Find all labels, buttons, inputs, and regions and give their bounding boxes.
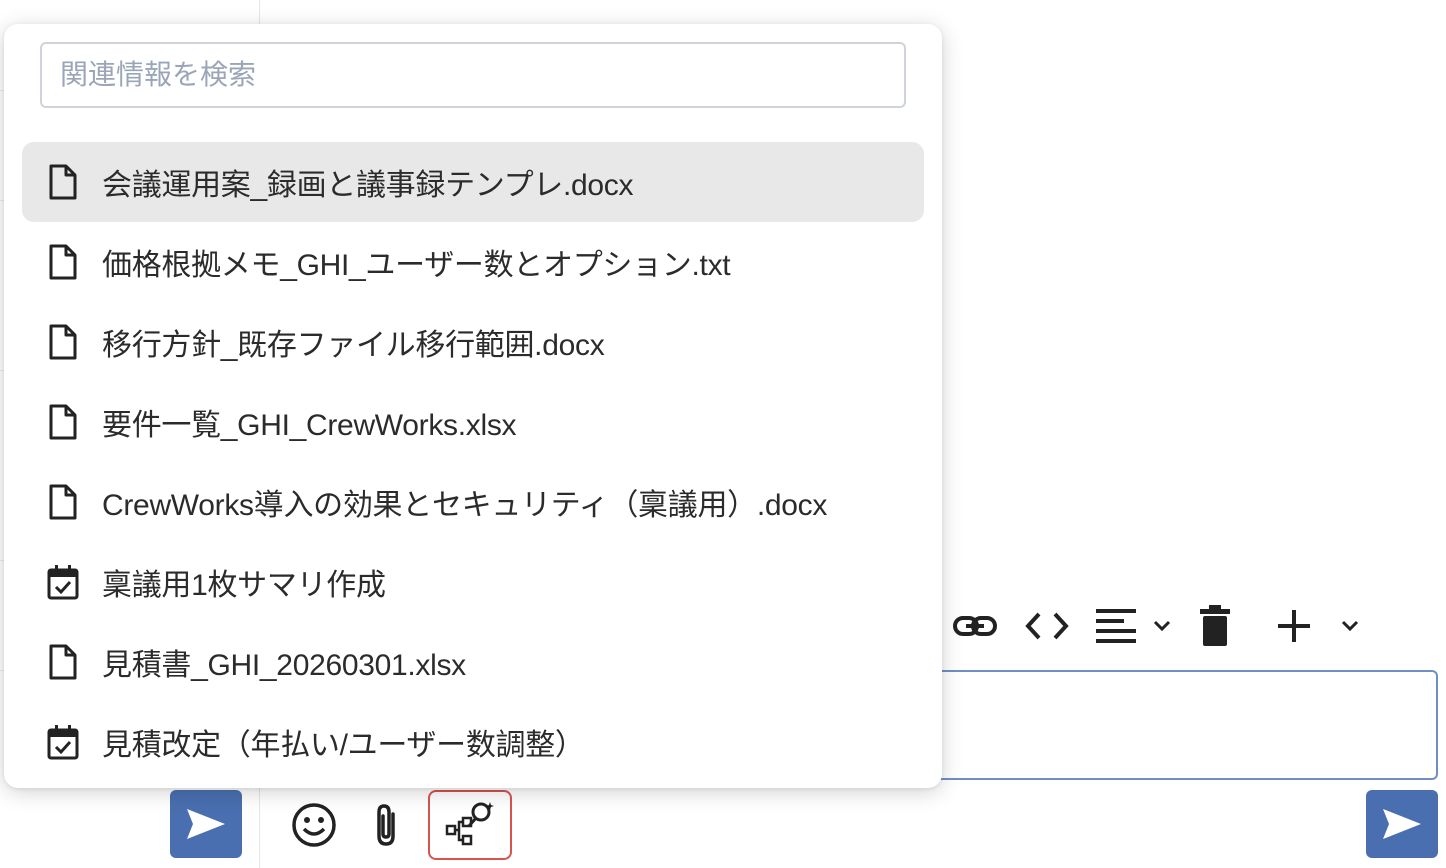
list-item[interactable]: 移行方針_既存ファイル移行範囲.docx (22, 302, 924, 382)
list-item-label: 見積改定（年払い/ユーザー数調整） (102, 729, 585, 762)
code-icon (1025, 612, 1069, 640)
list-item-label: 移行方針_既存ファイル移行範囲.docx (102, 329, 605, 362)
chevron-down-icon (1341, 620, 1359, 632)
trash-icon (1200, 605, 1230, 646)
list-item-label: CrewWorks導入の効果とセキュリティ（稟議用）.docx (102, 489, 828, 522)
list-item[interactable]: 見積改定（年払い/ユーザー数調整） (22, 702, 924, 782)
related-search-input[interactable] (40, 42, 906, 108)
list-item[interactable]: 要件一覧_GHI_CrewWorks.xlsx (22, 382, 924, 462)
list-item-label: 稟議用1枚サマリ作成 (102, 569, 386, 602)
delete-button[interactable] (1180, 596, 1250, 656)
align-left-icon (1096, 609, 1136, 643)
document-icon (42, 641, 84, 683)
related-search-button[interactable] (428, 790, 512, 860)
attach-button[interactable] (350, 795, 422, 855)
composer-tools (278, 790, 512, 860)
insert-button[interactable] (1250, 596, 1338, 656)
align-dropdown-toggle[interactable] (1144, 596, 1180, 656)
insert-dropdown-toggle[interactable] (1338, 596, 1362, 656)
emoji-button[interactable] (278, 795, 350, 855)
link-button[interactable] (944, 596, 1006, 656)
emoji-icon (292, 803, 336, 847)
send-button-left[interactable] (170, 790, 242, 858)
related-search-icon (445, 802, 494, 846)
document-icon (42, 241, 84, 283)
document-icon (42, 481, 84, 523)
related-info-popup: 会議運用案_録画と議事録テンプレ.docx 価格根拠メモ_GHI_ユーザー数とオ… (4, 24, 942, 788)
document-icon (42, 321, 84, 363)
plus-icon (1278, 610, 1310, 642)
calendar-check-icon (42, 721, 84, 763)
send-icon (187, 809, 225, 839)
format-toolbar (944, 596, 1362, 656)
list-item-label: 見積書_GHI_20260301.xlsx (102, 649, 466, 682)
list-item-label: 価格根拠メモ_GHI_ユーザー数とオプション.txt (102, 249, 731, 282)
list-item[interactable]: 会議運用案_録画と議事録テンプレ.docx (22, 142, 924, 222)
document-icon (42, 161, 84, 203)
list-item[interactable]: 稟議用1枚サマリ作成 (22, 542, 924, 622)
chevron-down-icon (1153, 620, 1171, 632)
paperclip-icon (377, 804, 395, 846)
send-button[interactable] (1366, 790, 1438, 858)
list-item-label: 会議運用案_録画と議事録テンプレ.docx (102, 169, 634, 202)
list-item-label: 要件一覧_GHI_CrewWorks.xlsx (102, 409, 517, 442)
document-icon (42, 401, 84, 443)
results-list: 会議運用案_録画と議事録テンプレ.docx 価格根拠メモ_GHI_ユーザー数とオ… (22, 142, 924, 782)
send-icon (1383, 809, 1421, 839)
app-stage: 会議運用案_録画と議事録テンプレ.docx 価格根拠メモ_GHI_ユーザー数とオ… (0, 0, 1446, 868)
list-item[interactable]: CrewWorks導入の効果とセキュリティ（稟議用）.docx (22, 462, 924, 542)
link-icon (953, 616, 997, 636)
align-button[interactable] (1088, 596, 1144, 656)
message-editor[interactable] (900, 670, 1438, 780)
calendar-check-icon (42, 561, 84, 603)
list-item[interactable]: 価格根拠メモ_GHI_ユーザー数とオプション.txt (22, 222, 924, 302)
list-item[interactable]: 見積書_GHI_20260301.xlsx (22, 622, 924, 702)
code-button[interactable] (1006, 596, 1088, 656)
